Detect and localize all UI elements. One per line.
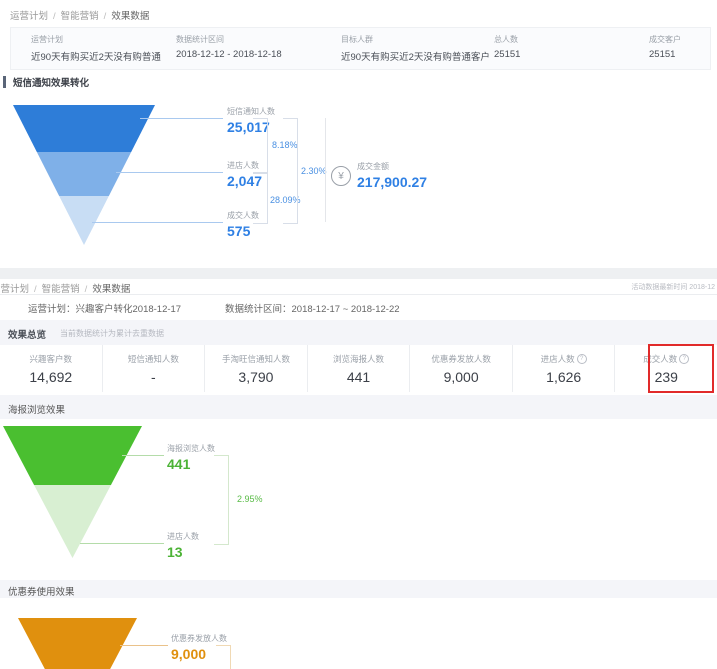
poster-section-band: 海报浏览效果 xyxy=(0,395,717,419)
funnel-stage-store-visits: 进店人数 13 xyxy=(167,531,199,560)
coupon-section-band: 优惠券使用效果 xyxy=(0,580,717,598)
breadcrumb-item-plan[interactable]: 运营计划 xyxy=(10,11,48,22)
section-title-bar xyxy=(3,76,6,88)
overview-note: 当前数据统计为累计去重数据 xyxy=(60,328,164,339)
overview-title: 效果总览 xyxy=(8,327,46,341)
stat-coupons-issued: 优惠券发放人数 9,000 xyxy=(410,345,513,392)
field-value: 25151 xyxy=(494,49,520,60)
field-label: 成交客户 xyxy=(649,34,681,45)
summary-field-total-count: 总人数 25151 xyxy=(494,34,520,60)
info-icon[interactable]: ? xyxy=(679,354,689,364)
deal-amount-block: 成交金额 217,900.27 xyxy=(357,161,427,190)
field-label: 运营计划 xyxy=(31,34,161,45)
stat-label: 成交人数? xyxy=(643,353,689,365)
field-label: 数据统计区间 xyxy=(176,34,282,45)
stat-label: 兴趣客户数 xyxy=(30,353,73,365)
stat-store-visits: 进店人数? 1,626 xyxy=(513,345,616,392)
coupon-section-title: 优惠券使用效果 xyxy=(8,584,75,598)
stage-label: 海报浏览人数 xyxy=(167,443,215,454)
stat-value: 9,000 xyxy=(444,369,479,385)
breadcrumb-separator: / xyxy=(53,11,56,22)
stat-value: - xyxy=(151,369,156,385)
breadcrumb: 运营计划 / 智能营销 / 效果数据 xyxy=(10,8,149,22)
stat-value: 14,692 xyxy=(29,369,72,385)
breadcrumb-item-marketing[interactable]: 智能营销 xyxy=(61,11,99,22)
stat-value: 239 xyxy=(655,369,678,385)
rate-bracket xyxy=(216,645,231,669)
breadcrumb-second: 运营计划/智能营销/效果数据 xyxy=(0,281,130,295)
yen-glyph: ¥ xyxy=(338,171,344,182)
rate-bracket xyxy=(214,455,229,545)
field-value: 近90天有购买近2天没有购普通客户 xyxy=(341,49,490,63)
funnel-segment-store-visits[interactable] xyxy=(13,152,155,197)
info-icon[interactable]: ? xyxy=(577,354,587,364)
stat-value: 441 xyxy=(347,369,370,385)
deal-amount-value: 217,900.27 xyxy=(357,174,427,190)
summary-field-deal-customers: 成交客户 25151 xyxy=(649,34,681,60)
stat-poster-views: 浏览海报人数 441 xyxy=(308,345,411,392)
stat-value: 1,626 xyxy=(546,369,581,385)
stat-label: 优惠券发放人数 xyxy=(431,353,491,365)
section-gap xyxy=(0,268,717,279)
stage-value: 441 xyxy=(167,456,215,472)
funnel-segment-coupons-issued[interactable] xyxy=(18,618,137,669)
field-label: 总人数 xyxy=(494,34,520,45)
stat-label: 进店人数? xyxy=(541,353,587,365)
funnel-segment-store-visits[interactable] xyxy=(3,485,142,558)
stage-value: 575 xyxy=(227,223,259,239)
stats-table: 兴趣客户数 14,692 短信通知人数 - 手淘旺信通知人数 3,790 浏览海… xyxy=(0,345,717,392)
breadcrumb-item-effect-data: 效果数据 xyxy=(111,11,149,22)
data-refresh-note: 活动数据最新时间 2018-12 xyxy=(631,282,715,292)
stage-label: 进店人数 xyxy=(167,531,199,542)
overall-rate-bracket xyxy=(283,118,298,224)
rate-bracket xyxy=(253,118,268,174)
plan-name-text: 运营计划：兴趣客户转化2018-12-17 xyxy=(28,301,181,315)
deal-amount-label: 成交金额 xyxy=(357,161,427,172)
stat-label: 短信通知人数 xyxy=(128,353,179,365)
connector-line xyxy=(122,455,164,456)
stat-label: 手淘旺信通知人数 xyxy=(222,353,290,365)
dashboard-screen: 运营计划 / 智能营销 / 效果数据 运营计划 近90天有购买近2天没有购普通 数据统计… xyxy=(0,0,717,669)
stat-sms-notified: 短信通知人数 - xyxy=(103,345,206,392)
rate-bracket xyxy=(253,172,268,224)
coupon-funnel-chart xyxy=(18,618,137,669)
funnel-segment-sms-notified[interactable] xyxy=(13,105,155,152)
connector-line xyxy=(92,222,223,223)
sms-funnel-chart xyxy=(13,105,155,245)
stat-interest-customers: 兴趣客户数 14,692 xyxy=(0,345,103,392)
stage-label: 优惠券发放人数 xyxy=(171,633,227,644)
breadcrumb-separator: / xyxy=(104,11,107,22)
field-value: 近90天有购买近2天没有购普通 xyxy=(31,49,161,63)
currency-icon: ¥ xyxy=(331,166,351,186)
funnel-segment-deals[interactable] xyxy=(13,196,155,245)
stage-label: 短信通知人数 xyxy=(227,106,275,117)
stat-label: 浏览海报人数 xyxy=(333,353,384,365)
poster-funnel-chart xyxy=(3,426,142,558)
stat-value: 3,790 xyxy=(238,369,273,385)
stat-deals: 成交人数? 239 xyxy=(615,345,717,392)
funnel-stage-poster-views: 海报浏览人数 441 xyxy=(167,443,215,472)
date-range-text: 数据统计区间：2018-12-17 ~ 2018-12-22 xyxy=(225,301,400,315)
stage-value: 13 xyxy=(167,544,199,560)
summary-field-target-audience: 目标人群 近90天有购买近2天没有购普通客户 xyxy=(341,34,490,63)
vertical-divider xyxy=(325,118,326,222)
connector-line xyxy=(140,118,223,119)
overall-rate: 2.30% xyxy=(301,166,327,176)
field-value: 2018-12-12 - 2018-12-18 xyxy=(176,49,282,60)
stat-wangxin-notified: 手淘旺信通知人数 3,790 xyxy=(205,345,308,392)
connector-line xyxy=(120,645,168,646)
poster-overall-rate: 2.95% xyxy=(237,494,263,504)
connector-line xyxy=(80,543,164,544)
divider-line xyxy=(0,294,717,295)
summary-field-date-range: 数据统计区间 2018-12-12 - 2018-12-18 xyxy=(176,34,282,60)
connector-line xyxy=(116,172,223,173)
field-label: 目标人群 xyxy=(341,34,490,45)
summary-field-plan: 运营计划 近90天有购买近2天没有购普通 xyxy=(31,34,161,63)
field-value: 25151 xyxy=(649,49,681,60)
overview-band: 效果总览 当前数据统计为累计去重数据 xyxy=(0,320,717,345)
sms-funnel-section-title: 短信通知效果转化 xyxy=(13,75,89,89)
poster-section-title: 海报浏览效果 xyxy=(8,402,65,416)
plan-summary-card: 运营计划 近90天有购买近2天没有购普通 数据统计区间 2018-12-12 -… xyxy=(10,27,711,70)
